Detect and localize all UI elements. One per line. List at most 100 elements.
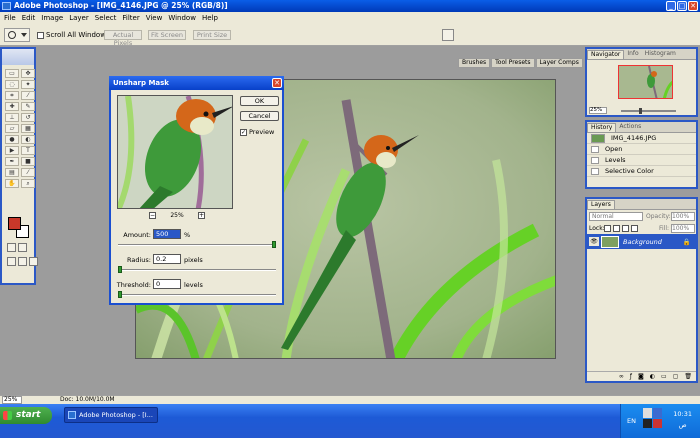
quick-mask-icon[interactable] <box>18 243 27 252</box>
language-indicator[interactable]: EN <box>627 417 636 425</box>
radius-slider-thumb[interactable] <box>118 266 122 273</box>
new-group-icon[interactable]: ▭ <box>661 373 667 380</box>
blend-mode-select[interactable]: Normal <box>589 212 643 221</box>
menu-file[interactable]: File <box>4 14 16 22</box>
standard-mode-icon[interactable] <box>7 243 16 252</box>
tray-security-icon[interactable] <box>643 418 652 428</box>
opacity-input[interactable]: 100% <box>671 212 695 221</box>
tab-layers[interactable]: Layers <box>587 200 615 209</box>
preview-checkbox[interactable]: ✓ <box>240 128 247 136</box>
zoom-in-button[interactable]: + <box>198 212 205 219</box>
tab-navigator[interactable]: Navigator <box>587 50 625 59</box>
eraser-tool-icon[interactable]: ▱ <box>5 124 19 133</box>
tab-histogram[interactable]: Histogram <box>642 50 679 59</box>
trash-icon[interactable]: 🗑 <box>684 373 692 380</box>
history-step[interactable]: Open <box>587 144 696 155</box>
link-layers-icon[interactable]: ∞ <box>619 373 624 380</box>
radius-slider[interactable] <box>118 266 276 273</box>
cancel-button[interactable]: Cancel <box>240 111 279 121</box>
brush-tool-icon[interactable]: ✎ <box>21 102 35 111</box>
lock-position-checkbox[interactable] <box>622 225 629 232</box>
crop-tool-icon[interactable]: ⌗ <box>5 91 19 100</box>
layer-style-icon[interactable]: ƒ <box>630 373 632 380</box>
navigator-zoom-field[interactable]: 25% <box>589 107 607 114</box>
taskbar-item-photoshop[interactable]: Adobe Photoshop - [I... <box>64 407 158 423</box>
menu-edit[interactable]: Edit <box>22 14 36 22</box>
healing-brush-icon[interactable]: ✚ <box>5 102 19 111</box>
blur-tool-icon[interactable]: ● <box>5 135 19 144</box>
tray-network-icon[interactable] <box>643 408 652 418</box>
history-step[interactable]: Levels <box>587 155 696 166</box>
dialog-close-button[interactable]: ✕ <box>272 78 282 88</box>
tool-preset-picker[interactable] <box>4 28 30 42</box>
adjustment-layer-icon[interactable]: ◐ <box>650 373 655 380</box>
gradient-tool-icon[interactable]: ▦ <box>21 124 35 133</box>
lock-pixels-checkbox[interactable] <box>613 225 620 232</box>
ok-button[interactable]: OK <box>240 96 279 106</box>
new-layer-icon[interactable]: ▢ <box>673 373 679 380</box>
amount-input[interactable]: 500 <box>153 229 181 239</box>
actual-pixels-button[interactable]: Actual Pixels <box>104 30 142 47</box>
notes-tool-icon[interactable]: ▤ <box>5 168 19 177</box>
layer-row-background[interactable]: 👁 Background 🔒 <box>587 234 696 249</box>
lock-all-checkbox[interactable] <box>631 225 638 232</box>
amount-slider-thumb[interactable] <box>272 241 276 248</box>
type-tool-icon[interactable]: T <box>21 146 35 155</box>
menu-window[interactable]: Window <box>168 14 196 22</box>
menu-filter[interactable]: Filter <box>122 14 139 22</box>
navigator-zoom-thumb[interactable] <box>639 108 642 114</box>
tab-info[interactable]: Info <box>624 50 641 59</box>
well-tab-layer-comps[interactable]: Layer Comps <box>535 58 583 68</box>
screen-mode-standard-icon[interactable] <box>7 257 16 266</box>
menu-layer[interactable]: Layer <box>69 14 89 22</box>
history-step[interactable]: Selective Color <box>587 166 696 177</box>
path-select-icon[interactable]: ▶ <box>5 146 19 155</box>
menu-help[interactable]: Help <box>202 14 218 22</box>
pen-tool-icon[interactable]: ✒ <box>5 157 19 166</box>
screen-mode-full-icon[interactable] <box>18 257 27 266</box>
tray-volume-icon[interactable] <box>653 408 662 418</box>
print-size-button[interactable]: Print Size <box>193 30 231 40</box>
clone-stamp-icon[interactable]: ⊥ <box>5 113 19 122</box>
jump-to-imageready-icon[interactable] <box>29 257 38 266</box>
threshold-slider[interactable] <box>118 291 276 298</box>
lasso-tool-icon[interactable]: ◌ <box>5 80 19 89</box>
eyedropper-icon[interactable]: ⁄ <box>21 168 35 177</box>
maximize-button[interactable]: □ <box>677 1 687 11</box>
tab-history[interactable]: History <box>587 123 617 132</box>
slice-tool-icon[interactable]: ⁄ <box>21 91 35 100</box>
well-tab-brushes[interactable]: Brushes <box>458 58 491 68</box>
palette-well-icon[interactable] <box>442 29 454 41</box>
fit-screen-button[interactable]: Fit Screen <box>148 30 186 40</box>
tab-actions[interactable]: Actions <box>616 123 644 132</box>
start-button[interactable]: start <box>0 407 52 424</box>
foreground-color-swatch[interactable] <box>8 217 21 230</box>
minimize-button[interactable]: _ <box>666 1 676 11</box>
lock-transparency-checkbox[interactable] <box>604 225 611 232</box>
history-snapshot[interactable]: IMG_4146.JPG <box>587 133 696 144</box>
zoom-tool-icon[interactable]: ⌕ <box>21 179 35 188</box>
navigator-thumbnail[interactable] <box>618 65 673 99</box>
hand-tool-icon[interactable]: ✋ <box>5 179 19 188</box>
close-button[interactable]: ✕ <box>688 1 698 11</box>
zoom-out-button[interactable]: − <box>149 212 156 219</box>
radius-input[interactable]: 0.2 <box>153 254 181 264</box>
clock[interactable]: 10:31 ص <box>673 410 692 429</box>
threshold-input[interactable]: 0 <box>153 279 181 289</box>
shape-tool-icon[interactable]: ■ <box>21 157 35 166</box>
menu-select[interactable]: Select <box>95 14 117 22</box>
scroll-all-windows-checkbox[interactable] <box>37 31 44 39</box>
amount-slider[interactable] <box>118 241 276 248</box>
fill-input[interactable]: 100% <box>671 224 695 233</box>
magic-wand-icon[interactable]: ✦ <box>21 80 35 89</box>
filter-preview[interactable] <box>117 95 233 209</box>
navigator-zoom-slider[interactable] <box>621 108 676 114</box>
status-zoom-field[interactable]: 25% <box>2 396 22 404</box>
well-tab-tool-presets[interactable]: Tool Presets <box>491 58 535 68</box>
menu-image[interactable]: Image <box>41 14 63 22</box>
dodge-tool-icon[interactable]: ◐ <box>21 135 35 144</box>
move-tool-icon[interactable]: ✥ <box>21 69 35 78</box>
history-brush-icon[interactable]: ↺ <box>21 113 35 122</box>
marquee-tool-icon[interactable]: ▭ <box>5 69 19 78</box>
threshold-slider-thumb[interactable] <box>118 291 122 298</box>
